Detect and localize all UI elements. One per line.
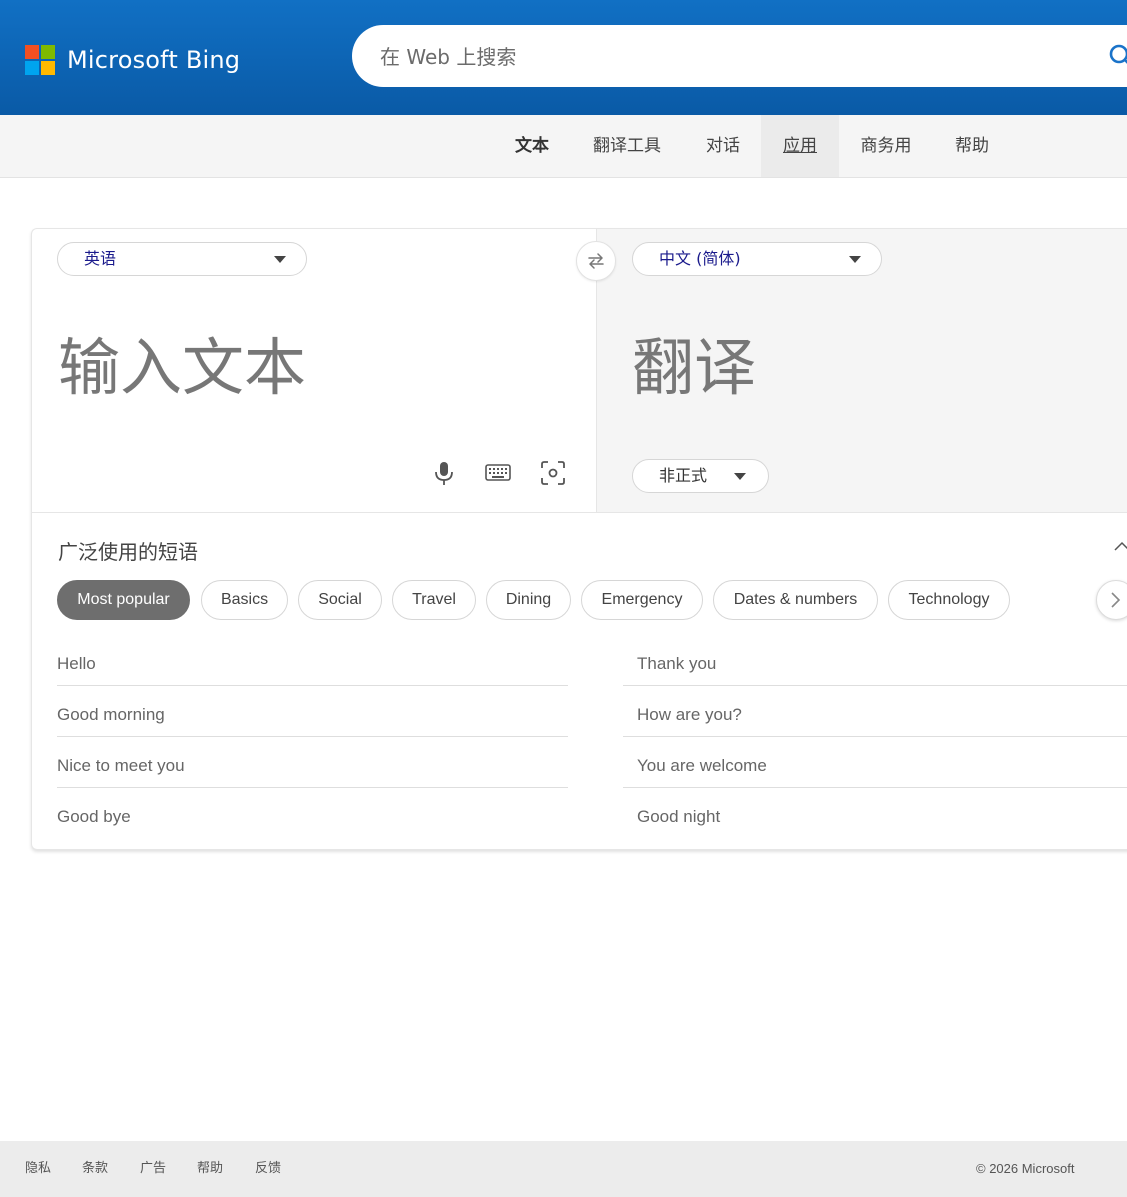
chip-dining[interactable]: Dining [486,580,571,620]
search-box[interactable] [352,25,1127,89]
source-text-input[interactable]: 输入文本 [58,317,306,407]
source-language-select[interactable]: 英语 [57,242,307,276]
phrase-categories: Most popular Basics Social Travel Dining… [57,580,1127,620]
phrase-item[interactable]: Nice to meet you [57,737,568,788]
chevron-right-icon [1111,592,1121,608]
phrase-item[interactable]: Hello [57,635,568,686]
phrases-title: 广泛使用的短语 [58,540,198,564]
chip-basics[interactable]: Basics [201,580,288,620]
bing-logo[interactable]: Microsoft Bing [25,45,240,75]
divider [32,512,1127,513]
nav-tab-business[interactable]: 商务用 [849,115,923,177]
tone-select[interactable]: 非正式 [632,459,769,493]
translator-card: 英语 中文 (简体) 输入文本 翻译 非正式 广泛使用的短语 Most popu… [31,228,1127,850]
phrase-item[interactable]: You are welcome [623,737,1127,788]
copyright: © 2026 Microsoft [976,1161,1075,1176]
keyboard-icon[interactable] [484,459,512,487]
tone-label: 非正式 [659,466,708,485]
phrase-item[interactable]: Thank you [623,635,1127,686]
phrase-item[interactable]: Good bye [57,788,568,839]
chip-technology[interactable]: Technology [888,580,1010,620]
chevron-up-icon[interactable] [1112,539,1127,553]
chip-emergency[interactable]: Emergency [581,580,703,620]
chip-travel[interactable]: Travel [392,580,476,620]
footer: 隐私 条款 广告 帮助 反馈 © 2026 Microsoft [0,1141,1127,1197]
nav-tab-help[interactable]: 帮助 [943,115,1001,177]
nav-tab-translator-tools[interactable]: 翻译工具 [583,115,671,177]
chevron-down-icon [274,256,286,263]
footer-link-help[interactable]: 帮助 [197,1141,223,1197]
footer-link-terms[interactable]: 条款 [82,1141,108,1197]
source-language-label: 英语 [84,249,117,268]
search-input[interactable] [378,25,1082,89]
footer-link-feedback[interactable]: 反馈 [255,1141,281,1197]
phrase-item[interactable]: Good morning [57,686,568,737]
logo-text: Microsoft Bing [67,46,241,74]
translator-nav: 文本 翻译工具 对话 应用 商务用 帮助 [0,115,1127,178]
chevron-down-icon [734,473,746,480]
phrase-item[interactable]: How are you? [623,686,1127,737]
nav-tab-text[interactable]: 文本 [503,115,561,177]
header: Microsoft Bing [0,0,1127,115]
nav-tab-apps[interactable]: 应用 [761,115,839,177]
translation-output: 翻译 [632,331,757,404]
chip-social[interactable]: Social [298,580,382,620]
phrase-item[interactable]: Good night [623,788,1127,839]
footer-link-privacy[interactable]: 隐私 [25,1141,51,1197]
nav-tab-conversation[interactable]: 对话 [694,115,752,177]
chip-most-popular[interactable]: Most popular [57,580,190,620]
search-icon[interactable] [1108,43,1127,69]
chip-dates-numbers[interactable]: Dates & numbers [713,580,878,620]
microsoft-logo-icon [25,45,55,75]
footer-link-ads[interactable]: 广告 [140,1141,166,1197]
camera-scan-icon[interactable] [539,459,567,487]
microphone-icon[interactable] [430,459,458,487]
